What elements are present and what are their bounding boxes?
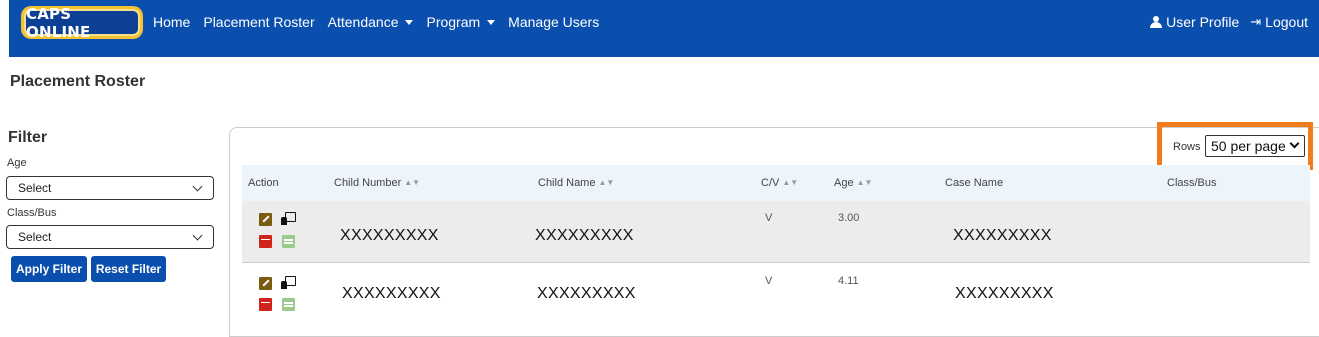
header-child-name-label: Child Name — [538, 177, 596, 189]
age-select-value: Select — [18, 181, 52, 195]
caret-down-icon — [487, 20, 496, 25]
nav-attendance-label: Attendance — [327, 14, 399, 30]
rows-label: Rows — [1173, 141, 1201, 153]
calendar-green-icon[interactable] — [282, 298, 295, 311]
sort-icon: ▲▼ — [856, 178, 873, 187]
chat-icon[interactable] — [281, 276, 296, 290]
reset-filter-button[interactable]: Reset Filter — [91, 256, 166, 282]
caret-down-icon — [405, 20, 414, 25]
table-row: XXXXXXXXX XXXXXXXXX V 3.00 XXXXXXXXX — [242, 201, 1310, 263]
classbus-select[interactable]: Select — [6, 225, 214, 249]
child-name-cell: XXXXXXXXX — [537, 285, 636, 302]
case-name-cell: XXXXXXXXX — [955, 285, 1054, 302]
user-profile-label: User Profile — [1166, 14, 1240, 30]
nav-program-label: Program — [426, 14, 481, 30]
child-name-cell: XXXXXXXXX — [535, 227, 634, 244]
caps-online-logo[interactable]: CAPS ONLINE — [21, 5, 143, 41]
chevron-down-icon — [1289, 138, 1300, 149]
logout-link[interactable]: ⇥ Logout — [1250, 14, 1308, 30]
header-age[interactable]: Age ▲▼ — [834, 177, 872, 189]
classbus-label: Class/Bus — [7, 207, 57, 219]
edit-icon[interactable] — [259, 277, 272, 290]
chat-icon[interactable] — [281, 212, 296, 226]
logout-icon: ⇥ — [1250, 14, 1262, 29]
sort-icon: ▲▼ — [598, 178, 615, 187]
table-row: XXXXXXXXX XXXXXXXXX V 4.11 XXXXXXXXX — [242, 263, 1310, 326]
nav-program-dropdown[interactable]: Program — [426, 14, 496, 30]
cv-cell: V — [765, 212, 773, 224]
header-case-name: Case Name — [945, 177, 1004, 189]
header-cv[interactable]: C/V ▲▼ — [761, 177, 798, 189]
calendar-red-icon[interactable] — [259, 298, 272, 311]
calendar-red-icon[interactable] — [259, 235, 272, 248]
nav-attendance-dropdown[interactable]: Attendance — [328, 14, 414, 30]
header-child-number-label: Child Number — [334, 177, 402, 189]
rows-per-page-value: 50 per page — [1211, 138, 1286, 154]
nav-links: Home Placement Roster Attendance Program… — [153, 0, 612, 44]
rows-per-page-select[interactable]: 50 per page — [1205, 135, 1305, 157]
chevron-down-icon — [192, 181, 203, 192]
classbus-select-value: Select — [18, 230, 52, 244]
child-number-cell: XXXXXXXXX — [342, 285, 441, 302]
age-select[interactable]: Select — [6, 176, 214, 200]
user-profile-link[interactable]: User Profile — [1150, 14, 1239, 30]
cv-cell: V — [765, 275, 773, 287]
logo-text: CAPS ONLINE — [24, 5, 140, 41]
apply-filter-button[interactable]: Apply Filter — [11, 256, 87, 282]
header-age-label: Age — [834, 177, 854, 189]
chevron-down-icon — [192, 230, 203, 241]
edit-icon[interactable] — [259, 213, 272, 226]
case-name-cell: XXXXXXXXX — [953, 227, 1052, 244]
header-cv-label: C/V — [761, 177, 780, 189]
user-icon — [1150, 16, 1163, 28]
logout-label: Logout — [1265, 14, 1308, 30]
nav-manage-users[interactable]: Manage Users — [508, 14, 599, 30]
nav-placement-roster[interactable]: Placement Roster — [203, 14, 314, 30]
header-child-number[interactable]: Child Number ▲▼ — [334, 177, 420, 189]
nav-home[interactable]: Home — [153, 14, 190, 30]
age-cell: 4.11 — [838, 275, 859, 287]
sort-icon: ▲▼ — [404, 178, 421, 187]
table-header: Action Child Number ▲▼ Child Name ▲▼ C/V ▲▼… — [242, 165, 1310, 201]
sort-icon: ▲▼ — [782, 178, 799, 187]
child-number-cell: XXXXXXXXX — [340, 227, 439, 244]
top-navbar: CAPS ONLINE Home Placement Roster Attend… — [9, 0, 1319, 57]
page-title: Placement Roster — [10, 73, 146, 90]
header-action: Action — [248, 177, 279, 189]
age-cell: 3.00 — [838, 212, 860, 224]
age-label: Age — [7, 157, 27, 169]
calendar-green-icon[interactable] — [282, 235, 295, 248]
header-class-bus: Class/Bus — [1167, 177, 1217, 189]
filter-title: Filter — [8, 129, 48, 146]
nav-right: User Profile ⇥ Logout — [1139, 0, 1308, 44]
header-child-name[interactable]: Child Name ▲▼ — [538, 177, 614, 189]
